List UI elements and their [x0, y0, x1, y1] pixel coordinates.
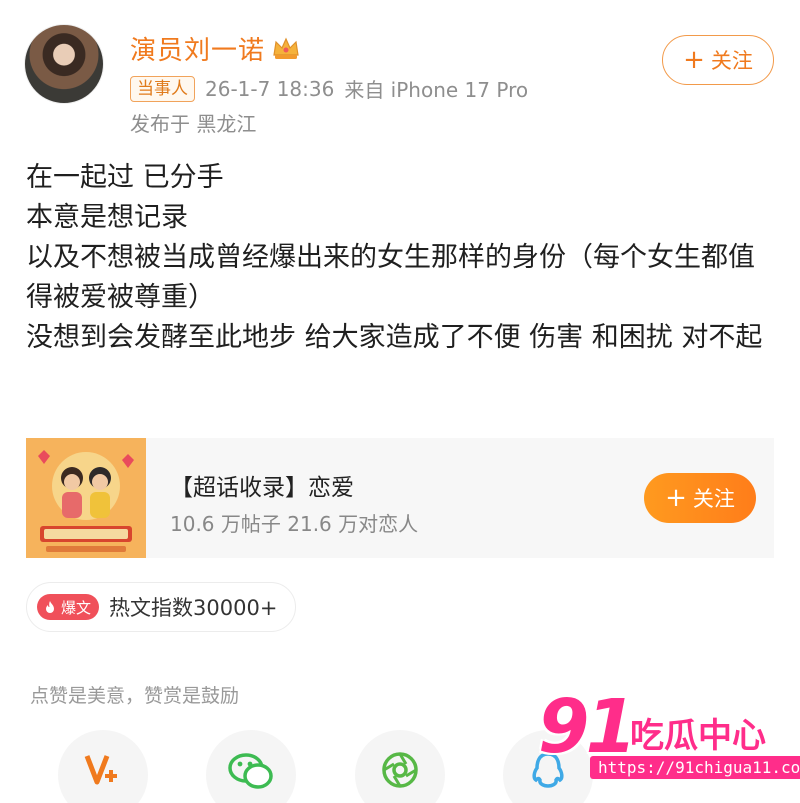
post-timestamp: 26-1-7 18:36 — [205, 76, 335, 101]
watermark: 91 吃瓜中心 https://91chigua11.com — [530, 684, 800, 800]
v-plus-icon — [84, 755, 117, 785]
username-row: 演员刘一诺 — [130, 30, 301, 66]
post-line: 以及不想被当成曾经爆出来的女生那样的身份（每个女生都值得被爱被尊重） — [26, 242, 755, 313]
post-location: 发布于 黑龙江 — [130, 112, 257, 136]
flame-icon — [46, 601, 54, 613]
topic-title: 【超话收录】恋爱 — [170, 475, 354, 501]
topic-stats: 10.6 万帖子 21.6 万对恋人 — [170, 512, 419, 536]
post-line: 在一起过 已分手 — [26, 162, 224, 193]
post-line: 本意是想记录 — [26, 202, 188, 233]
topic-follow-button[interactable]: + 关注 — [644, 473, 756, 523]
follow-label: 关注 — [692, 487, 735, 511]
moments-icon — [382, 752, 418, 788]
hot-badge: 爆文 — [37, 594, 100, 620]
meta-row: 当事人 26-1-7 18:36 来自 iPhone 17 Pro — [130, 74, 528, 103]
avatar[interactable] — [24, 24, 104, 104]
party-badge: 当事人 — [130, 75, 195, 102]
plus-icon: + — [665, 483, 687, 513]
topic-card[interactable]: 【超话收录】恋爱 10.6 万帖子 21.6 万对恋人 + 关注 — [26, 438, 774, 558]
hot-index-text: 热文指数30000+ — [109, 596, 278, 620]
post-body: 在一起过 已分手 本意是想记录 以及不想被当成曾经爆出来的女生那样的身份（每个女… — [26, 158, 766, 358]
watermark-url: https://91chigua11.com — [590, 756, 800, 779]
praise-text: 点赞是美意，赞赏是鼓励 — [30, 685, 240, 707]
post-source: 来自 iPhone 17 Pro — [344, 78, 529, 102]
hot-badge-label: 爆文 — [61, 598, 92, 617]
reward-button[interactable] — [58, 730, 148, 803]
wechat-icon — [228, 753, 273, 789]
hot-index-chip[interactable]: 爆文 热文指数30000+ — [26, 582, 297, 632]
post-line: 没想到会发酵至此地步 给大家造成了不便 伤害 和困扰 对不起 — [26, 322, 763, 353]
wechat-share-button[interactable] — [206, 730, 296, 803]
plus-icon: + — [683, 45, 705, 75]
crown-icon — [271, 35, 301, 61]
watermark-title: 吃瓜中心 — [630, 716, 766, 756]
username[interactable]: 演员刘一诺 — [130, 30, 265, 67]
follow-label: 关注 — [710, 49, 753, 73]
follow-button[interactable]: + 关注 — [662, 35, 774, 85]
moments-share-button[interactable] — [355, 730, 445, 803]
topic-thumbnail — [26, 438, 146, 558]
